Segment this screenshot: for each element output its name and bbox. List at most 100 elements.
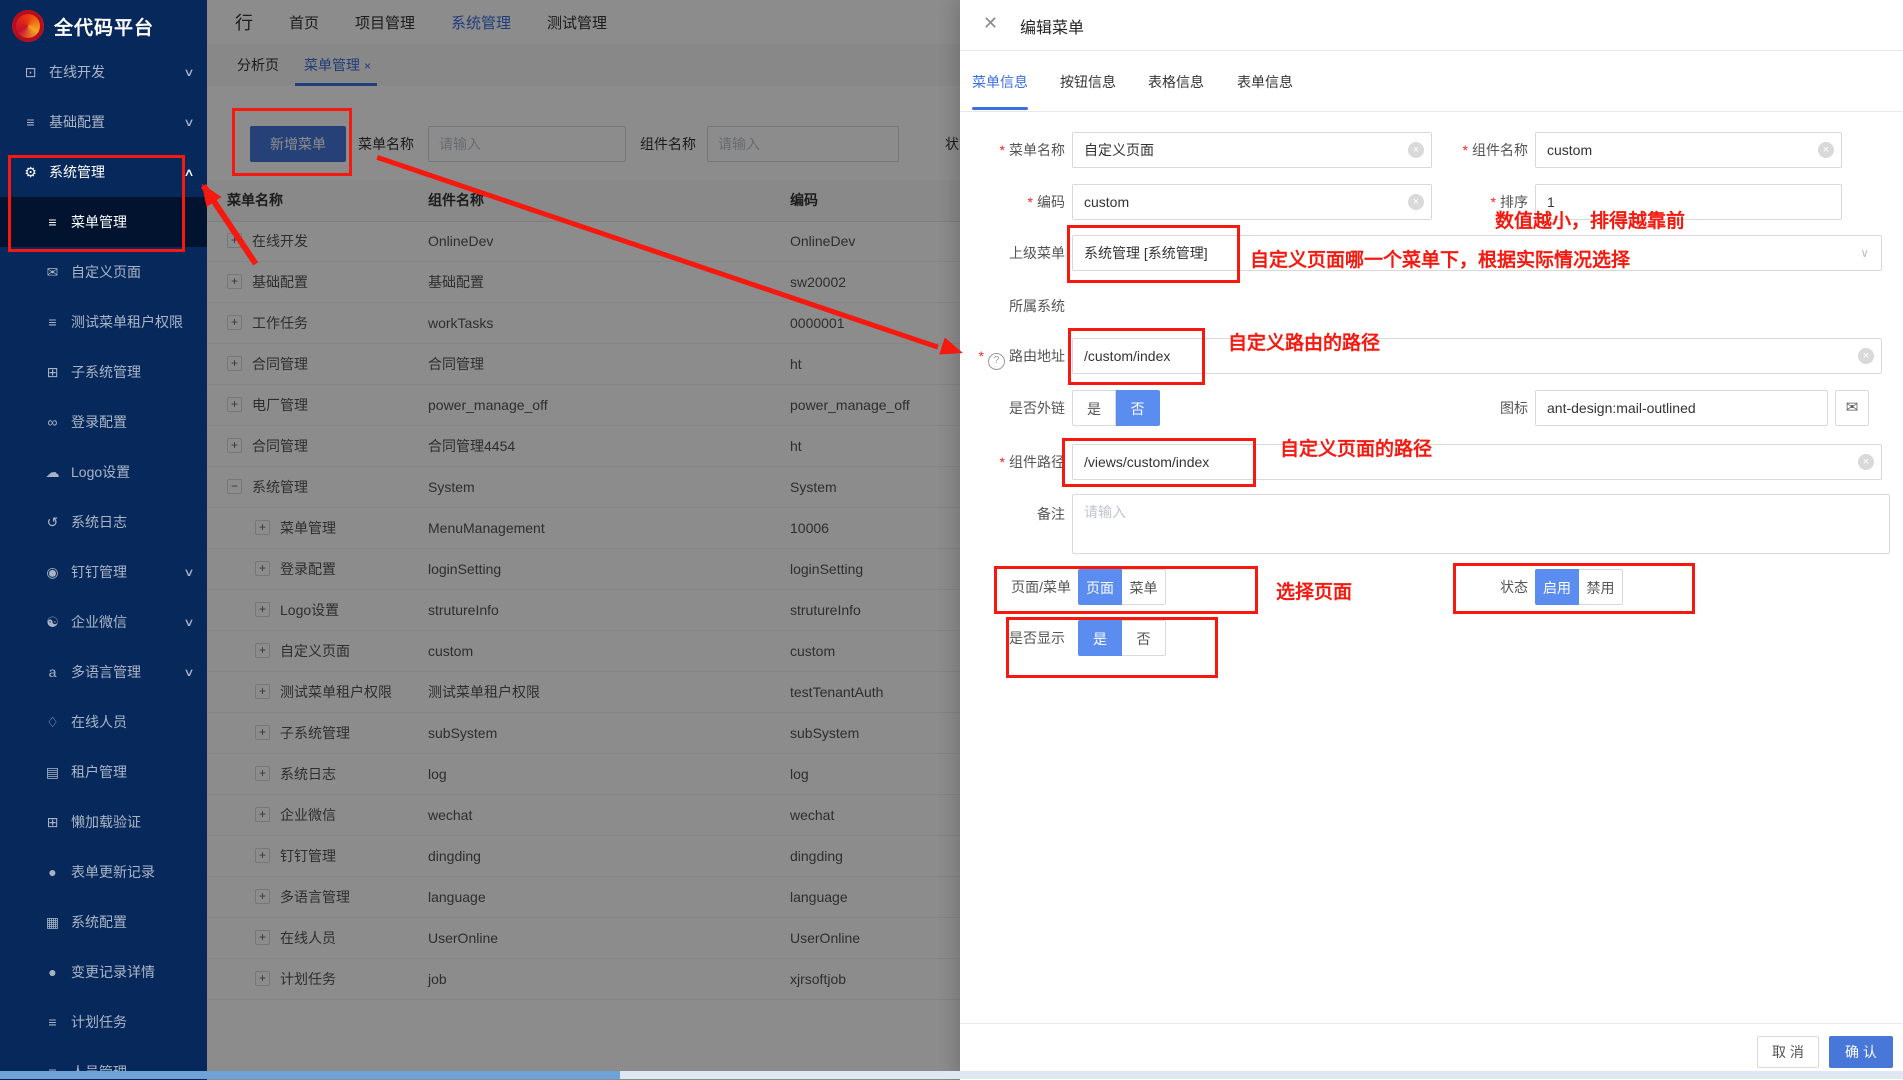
sidebar-item-label: 菜单管理 (71, 212, 127, 232)
list-icon: ≡ (44, 214, 61, 230)
sidebar-item-表单更新记录[interactable]: ● 表单更新记录 (0, 847, 207, 897)
status-label: 状态 (1436, 569, 1528, 605)
horizontal-scrollbar[interactable] (0, 1071, 1903, 1079)
clear-icon[interactable]: × (1818, 142, 1834, 158)
menu-name-input[interactable] (1072, 132, 1432, 168)
sidebar-item-计划任务[interactable]: ≡计划任务 (0, 997, 207, 1047)
monitor-icon: ⊡ (22, 64, 39, 81)
clear-icon[interactable]: × (1408, 194, 1424, 210)
code-label: 编码 (960, 184, 1065, 220)
sidebar-item-label: 变更记录详情 (71, 962, 155, 982)
chevron-down-icon: ∨ (183, 116, 194, 129)
status-toggle[interactable]: 启用禁用 (1535, 569, 1623, 605)
dingtalk-icon: ◉ (44, 564, 61, 581)
sidebar-item-系统日志[interactable]: ↺系统日志 (0, 497, 207, 547)
parent-menu-select[interactable]: 系统管理 [系统管理] ∨ (1072, 235, 1882, 271)
clear-icon[interactable]: × (1408, 142, 1424, 158)
apple-icon: ● (44, 964, 61, 980)
chevron-down-icon: ∨ (183, 566, 194, 579)
tag-icon: ♢ (44, 714, 61, 731)
sidebar-item-钉钉管理[interactable]: ◉ 钉钉管理 ∨ (0, 547, 207, 597)
sidebar-item-登录配置[interactable]: ∞登录配置 (0, 397, 207, 447)
menu-name-label: 菜单名称 (960, 132, 1065, 168)
drawer-tabs: 菜单信息 按钮信息 表格信息 表单信息 (960, 50, 1903, 112)
segment-option-否[interactable]: 否 (1116, 390, 1160, 426)
segment-option-是[interactable]: 是 (1078, 620, 1122, 656)
drawer-tab-menu-info[interactable]: 菜单信息 (972, 72, 1028, 92)
page-or-menu-label: 页面/菜单 (960, 569, 1071, 605)
sidebar: 全代码平台 ⊡在线开发∨≡基础配置∨⚙系统管理∧≡菜单管理✉自定义页面≡测试菜单… (0, 0, 207, 1080)
sidebar-item-变更记录详情[interactable]: ● 变更记录详情 (0, 947, 207, 997)
drawer-tab-table-info[interactable]: 表格信息 (1148, 72, 1204, 92)
remark-textarea[interactable] (1072, 494, 1890, 554)
list-icon: ≡ (22, 114, 39, 130)
drawer-title: 编辑菜单 (1020, 14, 1084, 38)
list-icon: ≡ (44, 314, 61, 330)
route-input[interactable] (1072, 338, 1882, 374)
sidebar-item-自定义页面[interactable]: ✉自定义页面 (0, 247, 207, 297)
segment-option-否[interactable]: 否 (1122, 620, 1166, 656)
sidebar-item-label: 系统配置 (71, 912, 127, 932)
sidebar-item-label: 懒加载验证 (71, 812, 141, 832)
apple-icon: ● (44, 864, 61, 880)
code-input[interactable] (1072, 184, 1432, 220)
component-name-input[interactable] (1535, 132, 1842, 168)
segment-option-是[interactable]: 是 (1072, 390, 1116, 426)
cloud-icon: ☁ (44, 464, 61, 481)
clear-icon[interactable]: × (1858, 454, 1874, 470)
segment-option-禁用[interactable]: 禁用 (1579, 569, 1623, 605)
sidebar-item-label: 企业微信 (71, 612, 127, 632)
icon-picker-button[interactable]: ✉ (1835, 390, 1869, 426)
cancel-button[interactable]: 取 消 (1757, 1036, 1819, 1068)
idcard-icon: ▤ (44, 764, 61, 781)
sidebar-item-Logo设置[interactable]: ☁ Logo设置 (0, 447, 207, 497)
wechat-icon: ☯ (44, 614, 61, 631)
sidebar-item-懒加载验证[interactable]: ⊞懒加载验证 (0, 797, 207, 847)
gear-icon: ⚙ (22, 164, 39, 181)
sidebar-item-在线开发[interactable]: ⊡在线开发∨ (0, 47, 207, 97)
horizontal-scrollbar-thumb[interactable] (0, 1071, 620, 1079)
segment-option-启用[interactable]: 启用 (1535, 569, 1579, 605)
sidebar-item-label: 基础配置 (49, 112, 105, 132)
page-or-menu-toggle[interactable]: 页面菜单 (1078, 569, 1166, 605)
sidebar-item-在线人员[interactable]: ♢在线人员 (0, 697, 207, 747)
grid-plus-icon: ⊞ (44, 364, 61, 381)
sidebar-item-label: 在线开发 (49, 62, 105, 82)
sidebar-item-子系统管理[interactable]: ⊞子系统管理 (0, 347, 207, 397)
drawer-tab-underline (972, 107, 1028, 110)
component-path-input[interactable] (1072, 444, 1882, 480)
drawer-tab-form-info[interactable]: 表单信息 (1237, 72, 1293, 92)
link-icon: ∞ (44, 414, 61, 430)
logo-icon (12, 10, 44, 42)
sidebar-item-系统配置[interactable]: ▦ 系统配置 (0, 897, 207, 947)
sidebar-item-label: Logo设置 (71, 462, 130, 482)
clear-icon[interactable]: × (1858, 348, 1874, 364)
sidebar-item-测试菜单租户权限[interactable]: ≡测试菜单租户权限 (0, 297, 207, 347)
sidebar-item-企业微信[interactable]: ☯ 企业微信 ∨ (0, 597, 207, 647)
sidebar-item-菜单管理[interactable]: ≡ 菜单管理 (0, 197, 207, 247)
component-name-label: 组件名称 (1436, 132, 1528, 168)
sidebar-item-系统管理[interactable]: ⚙系统管理∧ (0, 147, 207, 197)
close-icon[interactable]: ✕ (983, 13, 998, 34)
remark-label: 备注 (960, 496, 1065, 532)
chevron-down-icon: ∨ (183, 616, 194, 629)
drawer-tab-button-info[interactable]: 按钮信息 (1060, 72, 1116, 92)
sidebar-item-多语言管理[interactable]: a多语言管理∨ (0, 647, 207, 697)
sidebar-item-label: 租户管理 (71, 762, 127, 782)
sidebar-item-label: 表单更新记录 (71, 862, 155, 882)
segment-option-菜单[interactable]: 菜单 (1122, 569, 1166, 605)
sort-input[interactable] (1535, 184, 1842, 220)
puzzle-icon: ▦ (44, 914, 61, 931)
chevron-down-icon: ∨ (1860, 236, 1869, 270)
chevron-down-icon: ∨ (183, 666, 194, 679)
mail-icon: ✉ (44, 264, 61, 281)
segment-option-页面[interactable]: 页面 (1078, 569, 1122, 605)
icon-field-input[interactable] (1535, 390, 1828, 426)
external-link-toggle[interactable]: 是否 (1072, 390, 1160, 426)
sidebar-item-label: 系统管理 (49, 162, 105, 182)
visible-toggle[interactable]: 是否 (1078, 620, 1166, 656)
sidebar-item-基础配置[interactable]: ≡ 基础配置 ∨ (0, 97, 207, 147)
sidebar-item-label: 钉钉管理 (71, 562, 127, 582)
sidebar-item-租户管理[interactable]: ▤ 租户管理 (0, 747, 207, 797)
confirm-button[interactable]: 确 认 (1829, 1036, 1893, 1068)
